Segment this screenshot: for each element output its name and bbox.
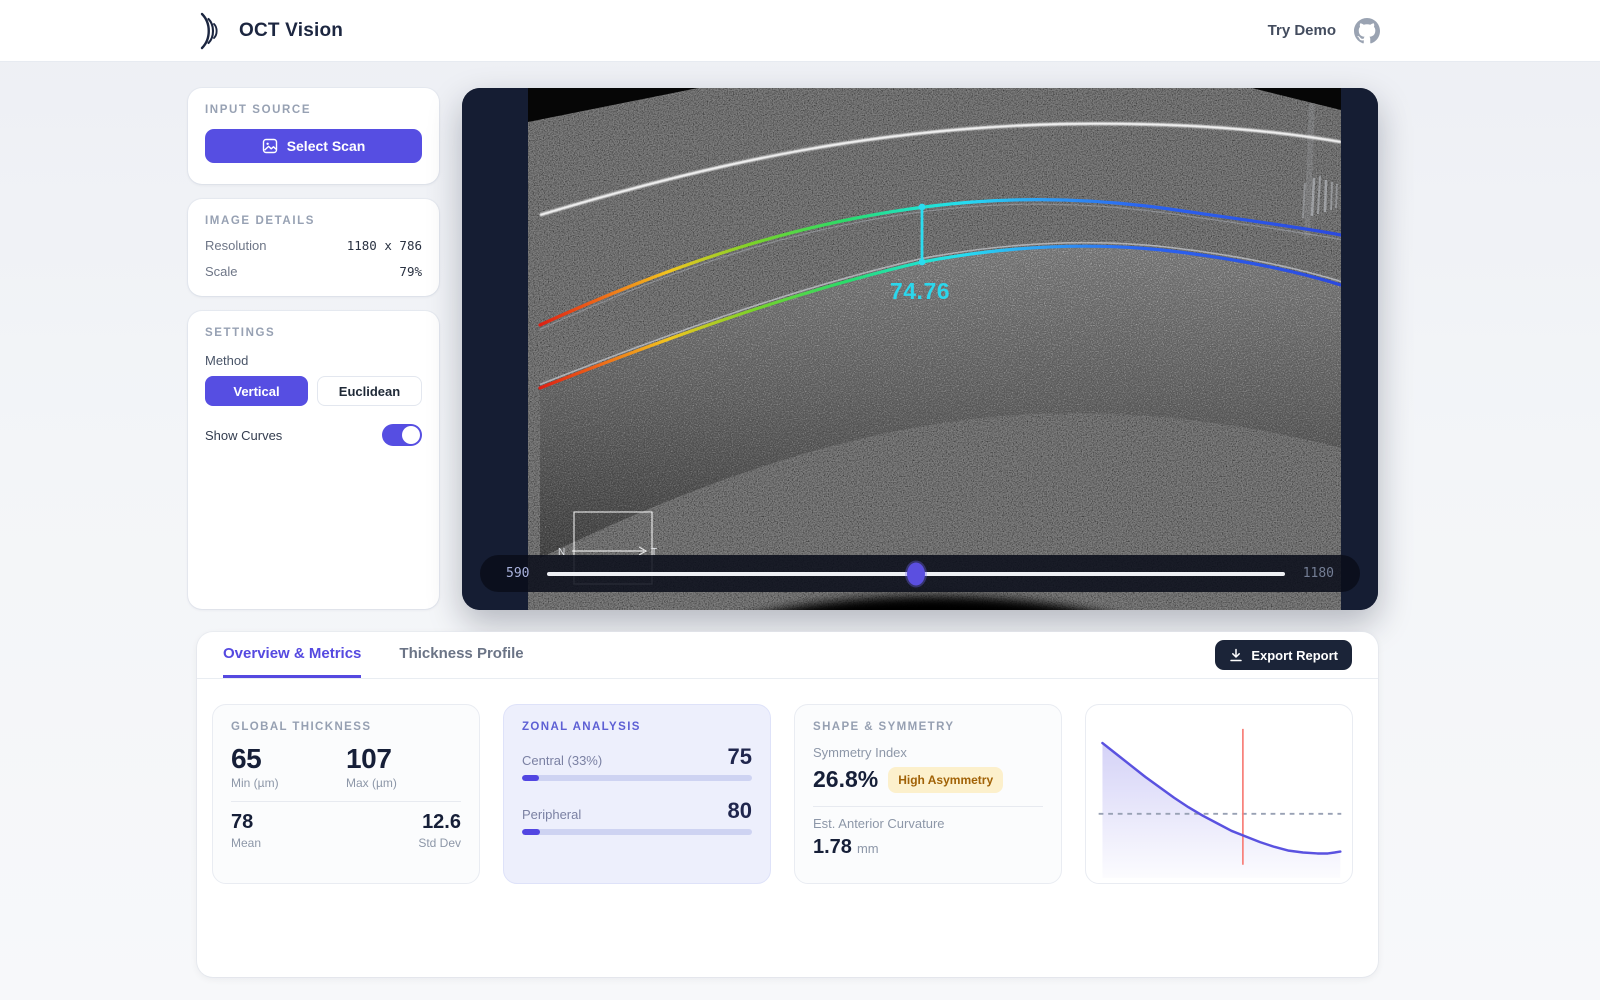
select-scan-label: Select Scan [287,138,366,154]
min-thickness-label: Min (µm) [231,776,346,790]
curvature-value: 1.78 [813,836,852,858]
image-icon [262,138,278,154]
peripheral-zone-value: 80 [728,800,752,822]
thickness-sparkline-card [1085,704,1353,884]
metrics-panel: Overview & Metrics Thickness Profile Exp… [197,632,1378,977]
slice-slider-bar: 590 1180 [480,555,1360,592]
scale-value: 79% [399,264,422,279]
mean-thickness-value: 78 [231,811,261,833]
central-zone-progress [522,775,752,781]
brand: OCT Vision [195,11,343,51]
scale-label: Scale [205,264,238,279]
min-thickness-value: 65 [231,744,346,773]
show-curves-row: Show Curves [205,424,422,446]
max-thickness-metric: 107 Max (µm) [346,744,461,790]
download-icon [1229,648,1243,662]
curvature-label: Est. Anterior Curvature [813,816,1043,831]
slice-slider[interactable] [547,555,1284,592]
cornea-logo-icon [195,11,225,51]
thickness-profile-area [1102,743,1340,878]
image-details-card: IMAGE DETAILS Resolution 1180 x 786 Scal… [188,199,439,296]
toggle-knob [402,426,420,444]
slider-current-value: 590 [506,566,529,581]
shape-symmetry-card: SHAPE & SYMMETRY Symmetry Index 26.8% Hi… [794,704,1062,884]
github-icon[interactable] [1354,18,1380,44]
card-divider [231,801,461,802]
stddev-label: Std Dev [418,836,461,850]
peripheral-zone-row: Peripheral 80 [522,800,752,835]
show-curves-toggle[interactable] [382,424,422,446]
slider-max-value: 1180 [1303,566,1334,581]
method-segmented-control: Vertical Euclidean [205,376,422,406]
export-report-button[interactable]: Export Report [1215,640,1352,670]
symmetry-index-label: Symmetry Index [813,745,1043,760]
zonal-analysis-title: ZONAL ANALYSIS [522,721,752,733]
mean-thickness-label: Mean [231,836,261,850]
stddev-value: 12.6 [418,811,461,833]
input-source-card: INPUT SOURCE Select Scan [188,88,439,184]
global-thickness-title: GLOBAL THICKNESS [231,721,461,733]
resolution-row: Resolution 1180 x 786 [205,238,422,253]
method-euclidean-button[interactable]: Euclidean [317,376,422,406]
settings-title: SETTINGS [205,327,422,339]
tab-thickness-profile[interactable]: Thickness Profile [399,632,523,678]
input-source-title: INPUT SOURCE [205,104,422,116]
central-zone-progress-fill [522,775,539,781]
shape-symmetry-title: SHAPE & SYMMETRY [813,721,1043,733]
tab-overview-metrics[interactable]: Overview & Metrics [223,632,361,678]
min-thickness-metric: 65 Min (µm) [231,744,346,790]
max-thickness-label: Max (µm) [346,776,461,790]
peripheral-zone-label: Peripheral [522,807,581,822]
select-scan-button[interactable]: Select Scan [205,129,422,163]
symmetry-index-value: 26.8% [813,766,878,793]
central-zone-label: Central (33%) [522,753,602,768]
stddev-thickness-metric: 12.6 Std Dev [418,811,461,850]
try-demo-link[interactable]: Try Demo [1268,22,1336,39]
metric-cards-row: GLOBAL THICKNESS 65 Min (µm) 107 Max (µm… [197,679,1378,884]
thickness-sparkline-chart [1091,710,1347,878]
peripheral-zone-progress [522,829,752,835]
oct-scan-image: 74.76 N T [462,88,1378,610]
central-zone-value: 75 [728,746,752,768]
tab-bar: Overview & Metrics Thickness Profile Exp… [197,632,1378,679]
central-zone-row: Central (33%) 75 [522,746,752,781]
image-details-title: IMAGE DETAILS [205,215,422,227]
scale-row: Scale 79% [205,264,422,279]
page-title: OCT Vision [239,20,343,42]
max-thickness-value: 107 [346,744,461,773]
zonal-analysis-card: ZONAL ANALYSIS Central (33%) 75 Peripher… [503,704,771,884]
app-header: OCT Vision Try Demo [0,0,1600,62]
method-vertical-button[interactable]: Vertical [205,376,308,406]
peripheral-zone-progress-fill [522,829,540,835]
settings-card: SETTINGS Method Vertical Euclidean Show … [188,311,439,609]
asymmetry-status-badge: High Asymmetry [888,767,1003,793]
show-curves-label: Show Curves [205,428,282,443]
curvature-unit: mm [857,841,879,856]
global-thickness-card: GLOBAL THICKNESS 65 Min (µm) 107 Max (µm… [212,704,480,884]
oct-viewer: 74.76 N T 590 1180 [462,88,1378,610]
mean-thickness-metric: 78 Mean [231,811,261,850]
slider-thumb[interactable] [907,562,925,585]
method-label: Method [205,353,422,368]
resolution-value: 1180 x 786 [347,238,422,253]
measurement-value-label: 74.76 [890,278,950,304]
export-report-label: Export Report [1251,648,1338,663]
card-divider [813,806,1043,807]
resolution-label: Resolution [205,238,266,253]
